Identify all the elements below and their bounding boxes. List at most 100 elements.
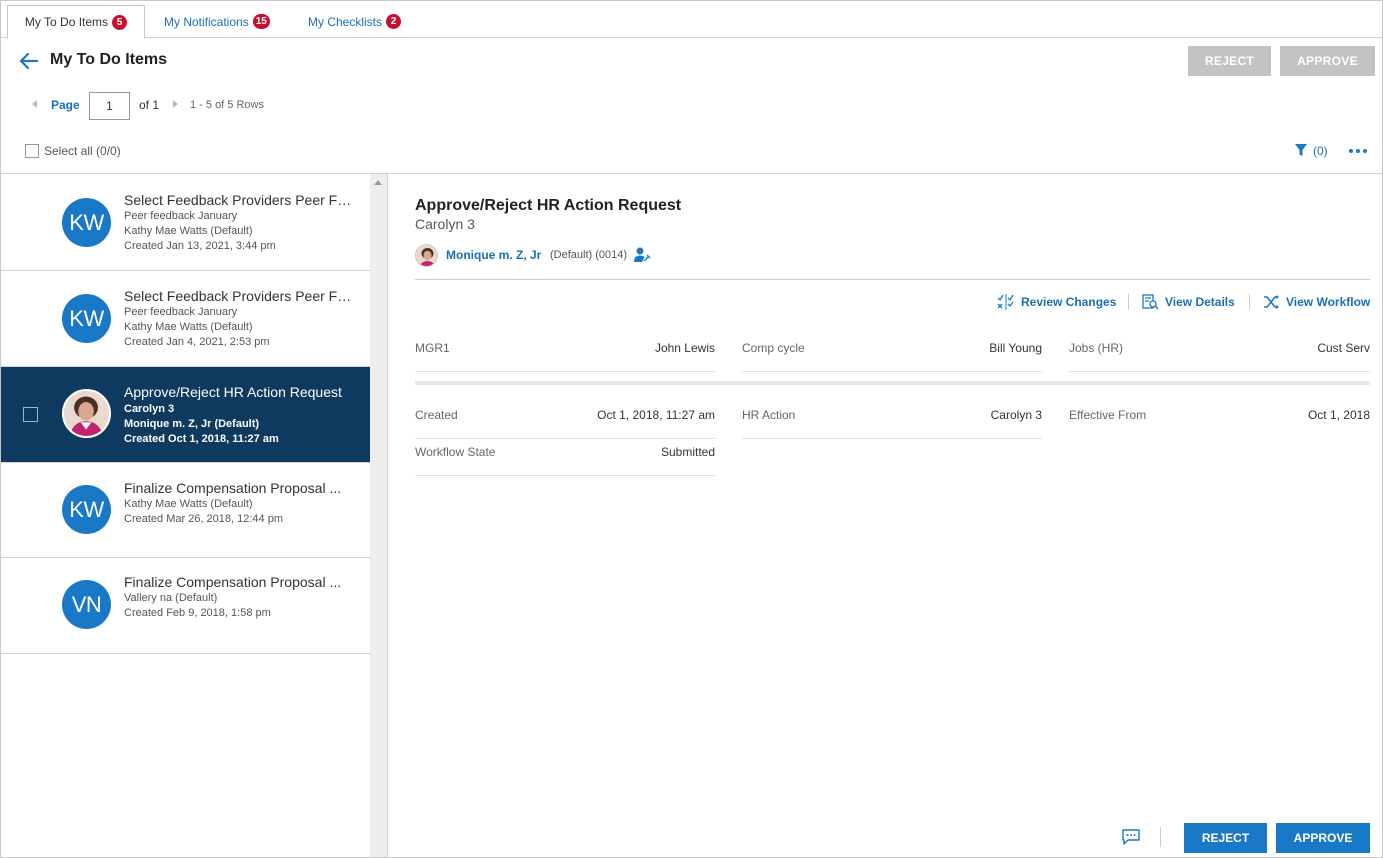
reject-button[interactable]: REJECT bbox=[1184, 823, 1267, 853]
tab-my-to-do-items[interactable]: My To Do Items 5 bbox=[7, 5, 145, 39]
list-item[interactable]: KW Select Feedback Providers Peer Feedba… bbox=[1, 271, 370, 367]
review-changes-label: Review Changes bbox=[1021, 295, 1117, 309]
count-badge: 2 bbox=[386, 14, 402, 29]
field-comp-cycle: Comp cycle Bill Young bbox=[742, 335, 1042, 372]
created-date: Oct 1, 2018, 11:27 am bbox=[168, 433, 279, 445]
approve-button[interactable]: APPROVE bbox=[1276, 823, 1370, 853]
created-prefix: Created bbox=[124, 240, 167, 252]
field-label: Comp cycle bbox=[742, 341, 805, 355]
item-title: Finalize Compensation Proposal ... bbox=[124, 574, 342, 590]
select-all-label: Select all (0/0) bbox=[44, 144, 121, 158]
pager: Page of 1 1 - 5 of 5 Rows bbox=[1, 92, 401, 120]
approve-button-header[interactable]: APPROVE bbox=[1280, 46, 1375, 76]
filter-icon[interactable] bbox=[1294, 143, 1308, 157]
created-date: Mar 26, 2018, 12:44 pm bbox=[166, 513, 283, 525]
created-prefix: Created bbox=[124, 607, 167, 619]
created-prefix: Created bbox=[124, 336, 167, 348]
workflow-shuffle-icon bbox=[1264, 295, 1279, 309]
avatar: KW bbox=[62, 198, 111, 247]
created-prefix: Created bbox=[124, 433, 169, 445]
list-item[interactable]: VN Finalize Compensation Proposal ... Va… bbox=[1, 558, 370, 654]
view-details-icon bbox=[1142, 294, 1159, 310]
tab-my-notifications[interactable]: My Notifications 15 bbox=[164, 5, 270, 38]
view-workflow-button[interactable]: View Workflow bbox=[1263, 294, 1370, 310]
tab-label: My To Do Items bbox=[24, 15, 109, 29]
field-label: MGR1 bbox=[415, 341, 450, 355]
count-badge: 5 bbox=[112, 14, 128, 30]
field-value: Oct 1, 2018, 11:27 am bbox=[597, 408, 715, 422]
item-created: Created Oct 1, 2018, 11:27 am bbox=[124, 433, 279, 445]
item-created: Created Mar 26, 2018, 12:44 pm bbox=[124, 513, 283, 525]
page-label: Page bbox=[51, 98, 80, 112]
person-photo-icon bbox=[64, 391, 109, 436]
avatar: KW bbox=[62, 294, 111, 343]
item-owner: Kathy Mae Watts (Default) bbox=[124, 225, 253, 237]
select-all-checkbox[interactable] bbox=[25, 144, 39, 158]
field-effective-from: Effective From Oct 1, 2018 bbox=[1069, 402, 1370, 439]
view-details-button[interactable]: View Details bbox=[1142, 294, 1235, 310]
list-item[interactable]: KW Select Feedback Providers Peer Feedba… bbox=[1, 174, 370, 271]
created-date: Jan 4, 2021, 2:53 pm bbox=[166, 336, 270, 348]
review-changes-button[interactable]: Review Changes bbox=[997, 294, 1116, 310]
tab-label: My Notifications bbox=[164, 14, 249, 29]
tab-bar: My To Do Items 5 My Notifications 15 My … bbox=[1, 1, 1382, 39]
field-label: Effective From bbox=[1069, 408, 1147, 422]
item-created: Created Jan 4, 2021, 2:53 pm bbox=[124, 336, 270, 348]
item-title: Select Feedback Providers Peer Feedback … bbox=[124, 192, 354, 208]
list-item[interactable]: KW Finalize Compensation Proposal ... Ka… bbox=[1, 463, 370, 558]
item-owner: Vallery na (Default) bbox=[124, 592, 218, 604]
field-label: HR Action bbox=[742, 408, 796, 422]
person-link[interactable]: Monique m. Z, Jr bbox=[446, 248, 541, 262]
scroll-up-icon[interactable] bbox=[374, 180, 382, 185]
field-value: Cust Serv bbox=[1317, 341, 1370, 355]
review-changes-icon bbox=[997, 294, 1014, 310]
item-owner: Kathy Mae Watts (Default) bbox=[124, 321, 253, 333]
item-checkbox[interactable] bbox=[23, 407, 38, 422]
field-value: John Lewis bbox=[654, 341, 715, 355]
reject-button-header[interactable]: REJECT bbox=[1188, 46, 1271, 76]
list-item-selected[interactable]: Approve/Reject HR Action Request Carolyn… bbox=[1, 367, 370, 463]
avatar: VN bbox=[62, 580, 111, 629]
count-badge: 15 bbox=[252, 14, 270, 29]
person-photo-icon bbox=[416, 245, 437, 266]
tab-my-checklists[interactable]: My Checklists 2 bbox=[308, 5, 402, 38]
avatar: KW bbox=[62, 485, 111, 534]
row-count: 1 - 5 of 5 Rows bbox=[190, 99, 264, 111]
field-value: Bill Young bbox=[989, 341, 1042, 355]
page-total: of 1 bbox=[139, 98, 160, 112]
view-workflow-label: View Workflow bbox=[1286, 295, 1371, 309]
previous-page-icon[interactable] bbox=[32, 100, 37, 108]
divider bbox=[387, 174, 388, 857]
more-options-icon[interactable] bbox=[1349, 149, 1367, 153]
filter-count[interactable]: (0) bbox=[1313, 144, 1328, 158]
back-arrow-icon[interactable] bbox=[19, 52, 39, 70]
field-workflow-state: Workflow State Submitted bbox=[415, 439, 715, 476]
divider bbox=[415, 279, 1370, 280]
detail-title: Approve/Reject HR Action Request bbox=[415, 197, 682, 214]
app-frame: My To Do Items 5 My Notifications 15 My … bbox=[0, 0, 1383, 858]
field-mgr1: MGR1 John Lewis bbox=[415, 335, 715, 372]
person-meta: (Default) (0014) bbox=[550, 249, 628, 261]
field-label: Jobs (HR) bbox=[1069, 341, 1124, 355]
list-scrollbar[interactable] bbox=[370, 174, 387, 857]
comment-icon[interactable] bbox=[1122, 829, 1140, 845]
page-title: My To Do Items bbox=[50, 51, 168, 68]
person-link-icon[interactable] bbox=[633, 246, 651, 264]
field-jobs-hr: Jobs (HR) Cust Serv bbox=[1069, 335, 1370, 372]
created-prefix: Created bbox=[124, 513, 167, 525]
item-title: Finalize Compensation Proposal ... bbox=[124, 480, 342, 496]
item-subtitle: Peer feedback January bbox=[124, 210, 238, 222]
item-title: Select Feedback Providers Peer Feedback … bbox=[124, 288, 354, 304]
divider bbox=[1128, 294, 1129, 310]
avatar-photo bbox=[62, 389, 111, 438]
item-owner: Monique m. Z, Jr (Default) bbox=[124, 418, 260, 430]
detail-subtitle: Carolyn 3 bbox=[415, 216, 475, 232]
page-number-input[interactable] bbox=[89, 92, 130, 120]
person-avatar bbox=[415, 244, 438, 267]
view-details-label: View Details bbox=[1165, 295, 1235, 309]
item-subtitle: Peer feedback January bbox=[124, 306, 238, 318]
next-page-icon[interactable] bbox=[173, 100, 178, 108]
item-created: Created Jan 13, 2021, 3:44 pm bbox=[124, 240, 276, 252]
divider bbox=[1160, 827, 1161, 847]
tab-label: My Checklists bbox=[308, 14, 383, 29]
